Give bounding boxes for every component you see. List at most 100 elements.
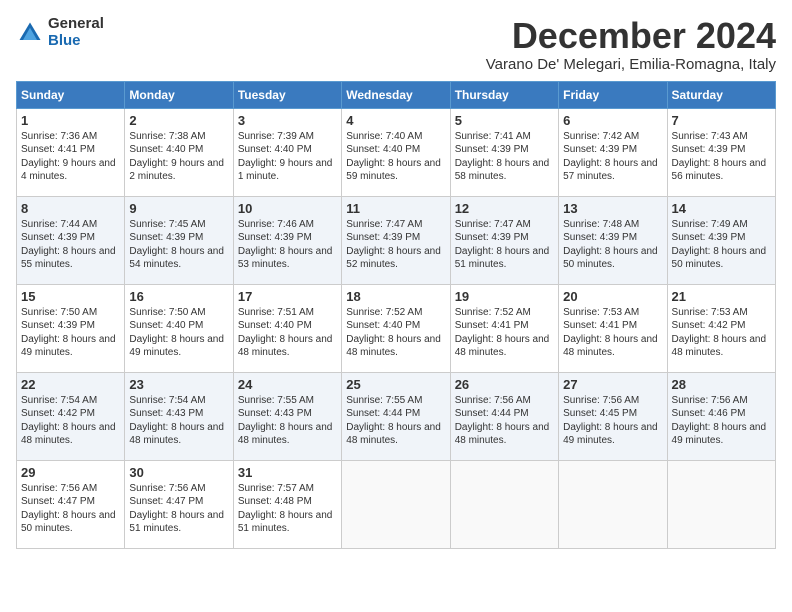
calendar-cell: 27 Sunrise: 7:56 AMSunset: 4:45 PMDayligh…	[559, 372, 667, 460]
calendar-cell: 31Sunrise: 7:57 AMSunset: 4:48 PMDayligh…	[233, 460, 341, 548]
header-saturday: Saturday	[667, 81, 775, 108]
day-number: 10	[238, 201, 337, 216]
header-monday: Monday	[125, 81, 233, 108]
day-number: 27	[563, 377, 662, 392]
cell-content: Sunrise: 7:47 AMSunset: 4:39 PMDaylight:…	[346, 218, 445, 272]
cell-content: Sunrise: 7:51 AMSunset: 4:40 PMDaylight:…	[238, 306, 337, 360]
cell-content: Sunrise: 7:36 AMSunset: 4:41 PMDaylight:…	[21, 130, 120, 184]
calendar-cell: 14 Sunrise: 7:49 AMSunset: 4:39 PMDayligh…	[667, 196, 775, 284]
day-number: 4	[346, 113, 445, 128]
day-number: 14	[672, 201, 771, 216]
cell-content: Sunrise: 7:42 AMSunset: 4:39 PMDaylight:…	[563, 130, 662, 184]
cell-content: Sunrise: 7:44 AMSunset: 4:39 PMDaylight:…	[21, 218, 120, 272]
day-number: 21	[672, 289, 771, 304]
calendar-cell: 2 Sunrise: 7:38 AMSunset: 4:40 PMDaylight…	[125, 108, 233, 196]
calendar-cell: 18 Sunrise: 7:52 AMSunset: 4:40 PMDayligh…	[342, 284, 450, 372]
calendar-cell: 21 Sunrise: 7:53 AMSunset: 4:42 PMDayligh…	[667, 284, 775, 372]
calendar-cell: 8 Sunrise: 7:44 AMSunset: 4:39 PMDaylight…	[17, 196, 125, 284]
calendar-week-row: 15 Sunrise: 7:50 AMSunset: 4:39 PMDayligh…	[17, 284, 776, 372]
day-number: 8	[21, 201, 120, 216]
cell-content: Sunrise: 7:54 AMSunset: 4:43 PMDaylight:…	[129, 394, 228, 448]
day-number: 30	[129, 465, 228, 480]
cell-content: Sunrise: 7:41 AMSunset: 4:39 PMDaylight:…	[455, 130, 554, 184]
cell-content: Sunrise: 7:43 AMSunset: 4:39 PMDaylight:…	[672, 130, 771, 184]
calendar-cell: 25Sunrise: 7:55 AMSunset: 4:44 PMDayligh…	[342, 372, 450, 460]
day-number: 13	[563, 201, 662, 216]
cell-content: Sunrise: 7:45 AMSunset: 4:39 PMDaylight:…	[129, 218, 228, 272]
cell-content: Sunrise: 7:49 AMSunset: 4:39 PMDaylight:…	[672, 218, 771, 272]
title-block: December 2024 Varano De' Melegari, Emili…	[486, 16, 776, 73]
day-number: 12	[455, 201, 554, 216]
cell-content: Sunrise: 7:53 AMSunset: 4:42 PMDaylight:…	[672, 306, 771, 360]
day-number: 20	[563, 289, 662, 304]
cell-content: Sunrise: 7:47 AMSunset: 4:39 PMDaylight:…	[455, 218, 554, 272]
header-tuesday: Tuesday	[233, 81, 341, 108]
day-number: 31	[238, 465, 337, 480]
calendar-week-row: 1Sunrise: 7:36 AMSunset: 4:41 PMDaylight…	[17, 108, 776, 196]
day-number: 24	[238, 377, 337, 392]
logo-blue: Blue	[48, 33, 104, 50]
logo-icon	[16, 19, 44, 47]
calendar-cell: 6 Sunrise: 7:42 AMSunset: 4:39 PMDaylight…	[559, 108, 667, 196]
logo: General Blue	[16, 16, 104, 49]
calendar-cell: 4 Sunrise: 7:40 AMSunset: 4:40 PMDaylight…	[342, 108, 450, 196]
calendar-week-row: 8 Sunrise: 7:44 AMSunset: 4:39 PMDaylight…	[17, 196, 776, 284]
header-sunday: Sunday	[17, 81, 125, 108]
cell-content: Sunrise: 7:48 AMSunset: 4:39 PMDaylight:…	[563, 218, 662, 272]
calendar-cell	[559, 460, 667, 548]
cell-content: Sunrise: 7:56 AMSunset: 4:47 PMDaylight:…	[129, 482, 228, 536]
day-number: 29	[21, 465, 120, 480]
calendar-cell	[667, 460, 775, 548]
month-title: December 2024	[486, 16, 776, 56]
calendar-cell: 10 Sunrise: 7:46 AMSunset: 4:39 PMDayligh…	[233, 196, 341, 284]
cell-content: Sunrise: 7:55 AMSunset: 4:43 PMDaylight:…	[238, 394, 337, 448]
cell-content: Sunrise: 7:56 AMSunset: 4:45 PMDaylight:…	[563, 394, 662, 448]
day-number: 2	[129, 113, 228, 128]
calendar-cell: 13 Sunrise: 7:48 AMSunset: 4:39 PMDayligh…	[559, 196, 667, 284]
cell-content: Sunrise: 7:56 AMSunset: 4:46 PMDaylight:…	[672, 394, 771, 448]
calendar-cell: 19Sunrise: 7:52 AMSunset: 4:41 PMDayligh…	[450, 284, 558, 372]
calendar-week-row: 22 Sunrise: 7:54 AMSunset: 4:42 PMDayligh…	[17, 372, 776, 460]
cell-content: Sunrise: 7:46 AMSunset: 4:39 PMDaylight:…	[238, 218, 337, 272]
day-number: 28	[672, 377, 771, 392]
calendar-cell: 3Sunrise: 7:39 AMSunset: 4:40 PMDaylight…	[233, 108, 341, 196]
calendar-cell: 20Sunrise: 7:53 AMSunset: 4:41 PMDayligh…	[559, 284, 667, 372]
day-number: 15	[21, 289, 120, 304]
calendar-cell: 30 Sunrise: 7:56 AMSunset: 4:47 PMDayligh…	[125, 460, 233, 548]
cell-content: Sunrise: 7:52 AMSunset: 4:41 PMDaylight:…	[455, 306, 554, 360]
day-number: 26	[455, 377, 554, 392]
calendar-cell: 5 Sunrise: 7:41 AMSunset: 4:39 PMDaylight…	[450, 108, 558, 196]
header-wednesday: Wednesday	[342, 81, 450, 108]
day-number: 11	[346, 201, 445, 216]
calendar-cell: 12 Sunrise: 7:47 AMSunset: 4:39 PMDayligh…	[450, 196, 558, 284]
calendar-cell	[342, 460, 450, 548]
calendar-cell: 17Sunrise: 7:51 AMSunset: 4:40 PMDayligh…	[233, 284, 341, 372]
day-number: 6	[563, 113, 662, 128]
calendar-header-row: SundayMondayTuesdayWednesdayThursdayFrid…	[17, 81, 776, 108]
calendar-table: SundayMondayTuesdayWednesdayThursdayFrid…	[16, 81, 776, 549]
calendar-cell	[450, 460, 558, 548]
cell-content: Sunrise: 7:56 AMSunset: 4:44 PMDaylight:…	[455, 394, 554, 448]
location-title: Varano De' Melegari, Emilia-Romagna, Ita…	[486, 56, 776, 73]
calendar-cell: 29Sunrise: 7:56 AMSunset: 4:47 PMDayligh…	[17, 460, 125, 548]
calendar-cell: 23Sunrise: 7:54 AMSunset: 4:43 PMDayligh…	[125, 372, 233, 460]
cell-content: Sunrise: 7:50 AMSunset: 4:40 PMDaylight:…	[129, 306, 228, 360]
header-thursday: Thursday	[450, 81, 558, 108]
cell-content: Sunrise: 7:54 AMSunset: 4:42 PMDaylight:…	[21, 394, 120, 448]
day-number: 18	[346, 289, 445, 304]
day-number: 9	[129, 201, 228, 216]
day-number: 22	[21, 377, 120, 392]
calendar-week-row: 29 Sunrise: 7:56 AMSunset: 4:47 PMDayligh…	[17, 460, 776, 548]
day-number: 25	[346, 377, 445, 392]
calendar-cell: 24 Sunrise: 7:55 AMSunset: 4:43 PMDayligh…	[233, 372, 341, 460]
day-number: 5	[455, 113, 554, 128]
cell-content: Sunrise: 7:38 AMSunset: 4:40 PMDaylight:…	[129, 130, 228, 184]
calendar-cell: 26 Sunrise: 7:56 AMSunset: 4:44 PMDayligh…	[450, 372, 558, 460]
cell-content: Sunrise: 7:50 AMSunset: 4:39 PMDaylight:…	[21, 306, 120, 360]
day-number: 16	[129, 289, 228, 304]
cell-content: Sunrise: 7:52 AMSunset: 4:40 PMDaylight:…	[346, 306, 445, 360]
calendar-cell: 1Sunrise: 7:36 AMSunset: 4:41 PMDaylight…	[17, 108, 125, 196]
calendar-cell: 7Sunrise: 7:43 AMSunset: 4:39 PMDaylight…	[667, 108, 775, 196]
cell-content: Sunrise: 7:40 AMSunset: 4:40 PMDaylight:…	[346, 130, 445, 184]
calendar-cell: 11 Sunrise: 7:47 AMSunset: 4:39 PMDayligh…	[342, 196, 450, 284]
